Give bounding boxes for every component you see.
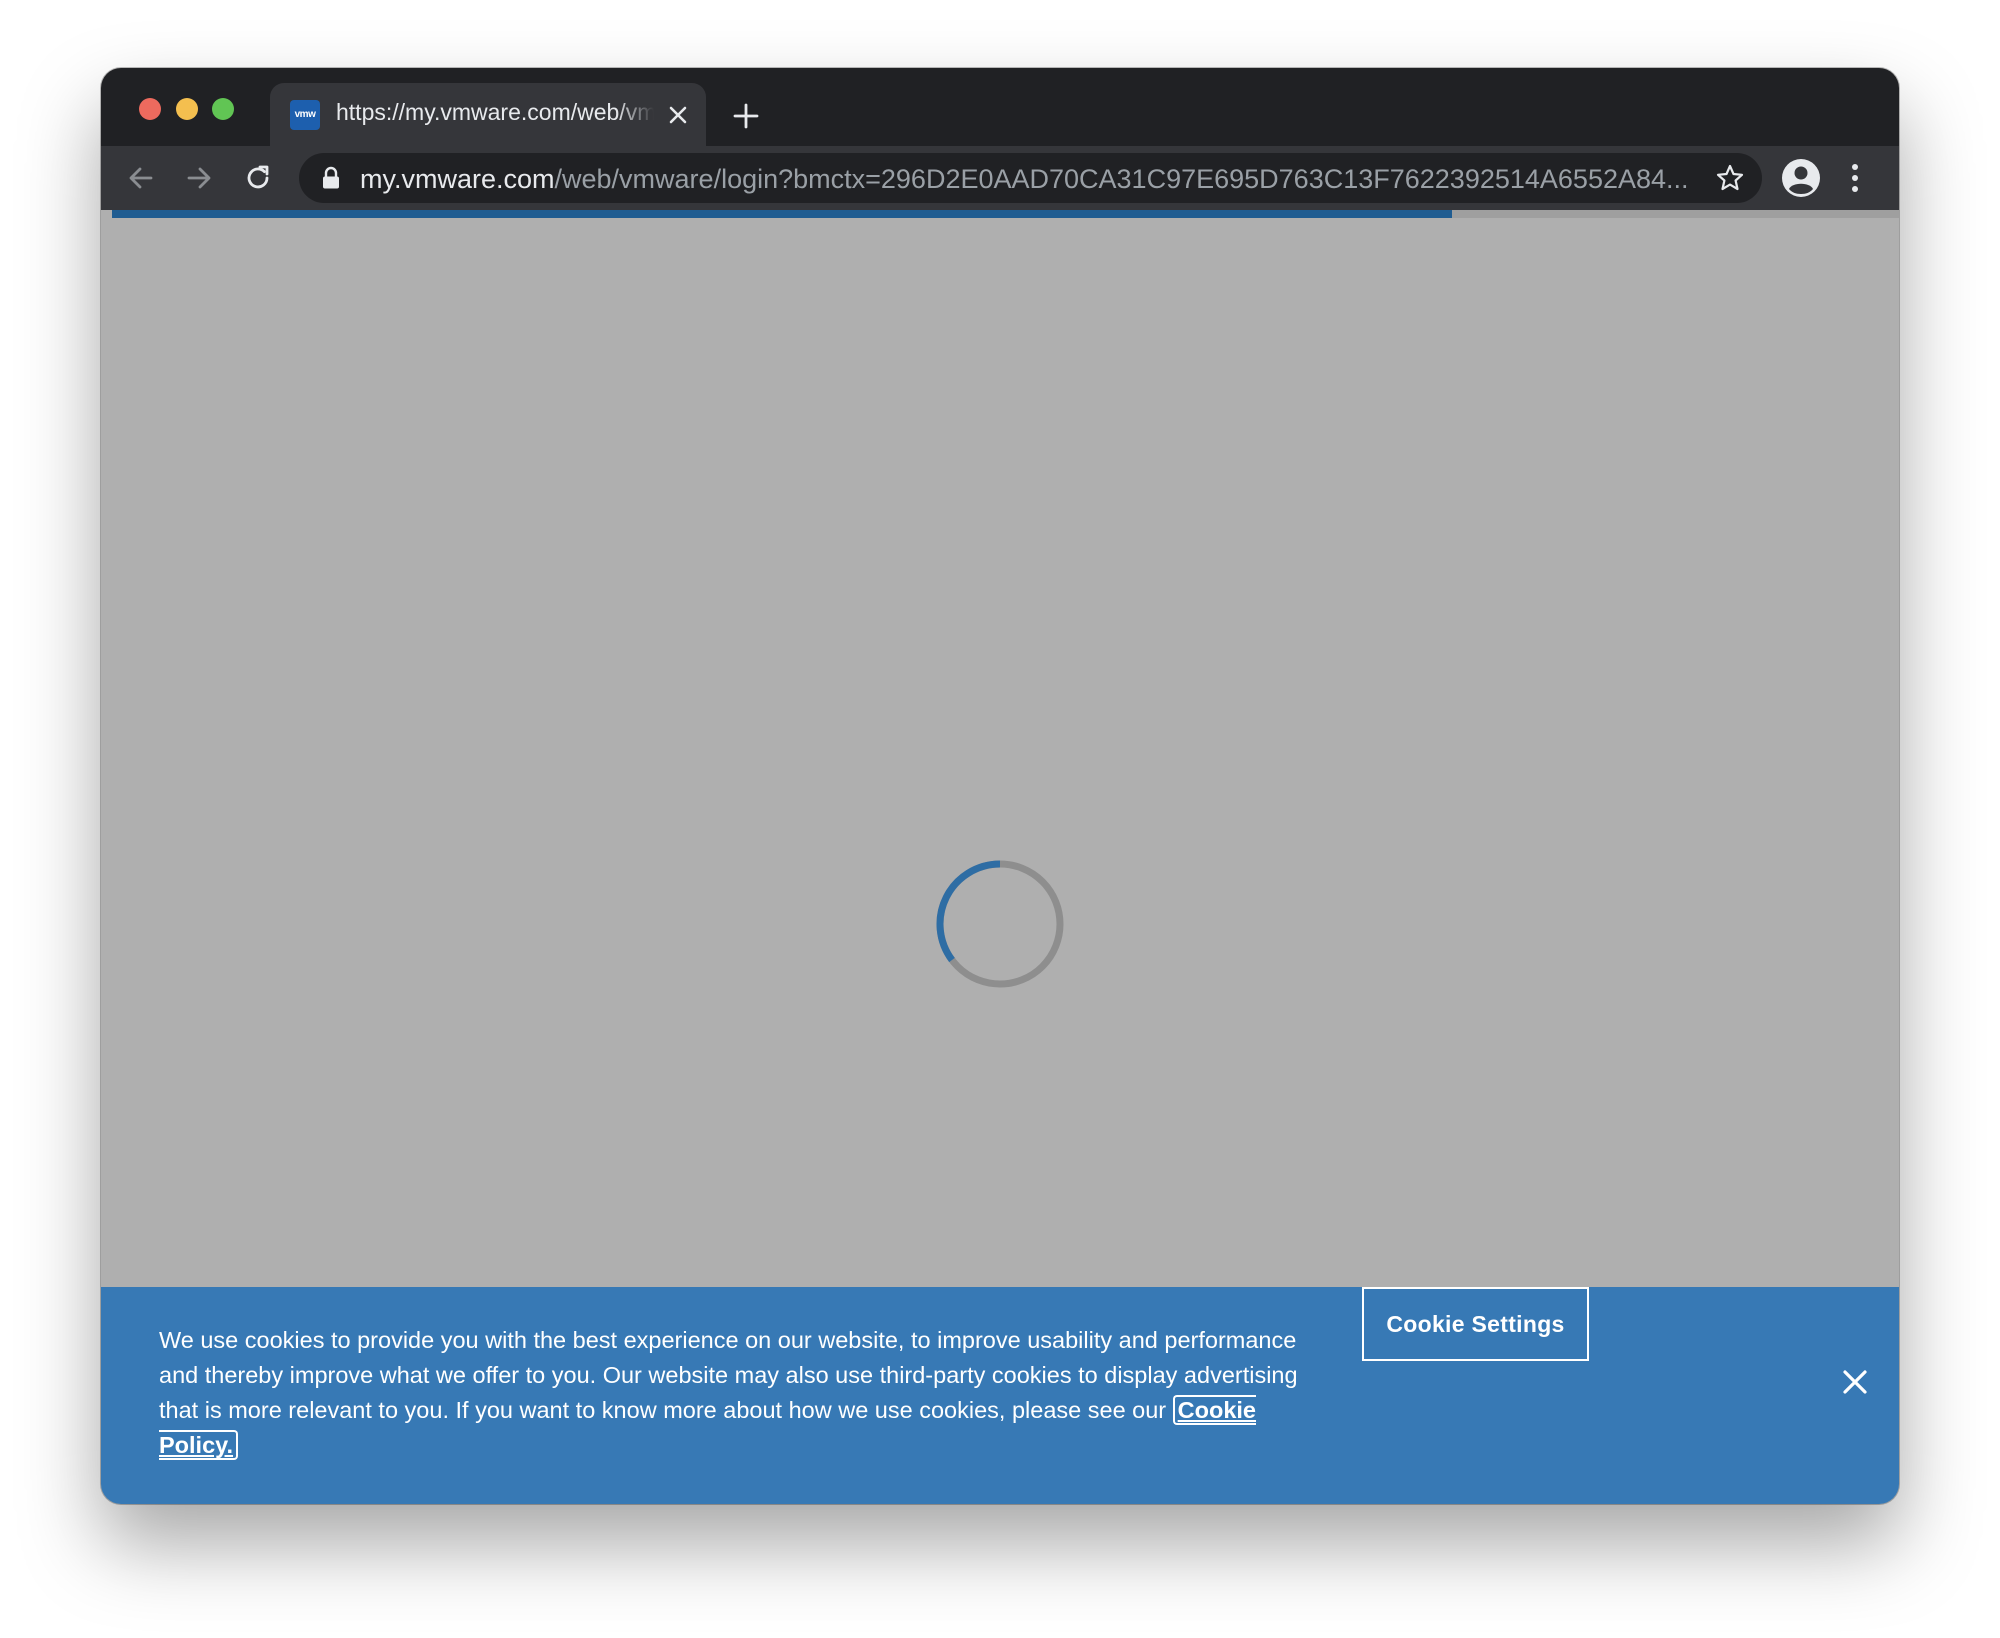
window-close-button[interactable]: [139, 98, 161, 120]
window-minimize-button[interactable]: [176, 98, 198, 120]
arrow-right-icon[interactable]: [181, 160, 217, 196]
url-path: /web/vmware/login?bmctx=296D2E0AAD70CA31…: [554, 164, 1689, 194]
cookie-banner-text: We use cookies to provide you with the b…: [159, 1323, 1339, 1463]
cookie-settings-button[interactable]: Cookie Settings: [1362, 1287, 1589, 1361]
arrow-left-icon[interactable]: [123, 160, 159, 196]
tab-strip: vmw https://my.vmware.com/web/vmware/log…: [101, 68, 1899, 147]
address-bar[interactable]: my.vmware.com/web/vmware/login?bmctx=296…: [299, 153, 1762, 203]
lock-icon[interactable]: [321, 166, 341, 190]
page-loading-bar-fill: [112, 210, 1453, 218]
window-zoom-button[interactable]: [212, 98, 234, 120]
url-host: my.vmware.com: [360, 164, 555, 194]
star-icon[interactable]: [1715, 163, 1745, 193]
account-circle-icon[interactable]: [1781, 158, 1821, 198]
page-loading-bar: [112, 210, 1899, 218]
reload-icon[interactable]: [240, 160, 276, 196]
close-icon[interactable]: [1842, 1369, 1868, 1395]
browser-toolbar: my.vmware.com/web/vmware/login?bmctx=296…: [101, 146, 1899, 210]
close-icon[interactable]: [666, 103, 690, 127]
vmware-favicon-icon: vmw: [290, 100, 320, 130]
loading-spinner-icon: [936, 860, 1064, 988]
browser-tab-active[interactable]: vmw https://my.vmware.com/web/vmware/log…: [270, 83, 706, 147]
cookie-message: We use cookies to provide you with the b…: [159, 1327, 1298, 1423]
plus-icon[interactable]: [731, 101, 761, 131]
cookie-banner: We use cookies to provide you with the b…: [101, 1287, 1899, 1504]
kebab-menu-icon[interactable]: [1849, 162, 1861, 194]
tab-title: https://my.vmware.com/web/vmware/login: [336, 99, 654, 125]
browser-window: vmw https://my.vmware.com/web/vmware/log…: [101, 68, 1899, 1504]
url-text[interactable]: my.vmware.com/web/vmware/login?bmctx=296…: [360, 164, 1700, 195]
page-content: [101, 218, 1899, 1355]
